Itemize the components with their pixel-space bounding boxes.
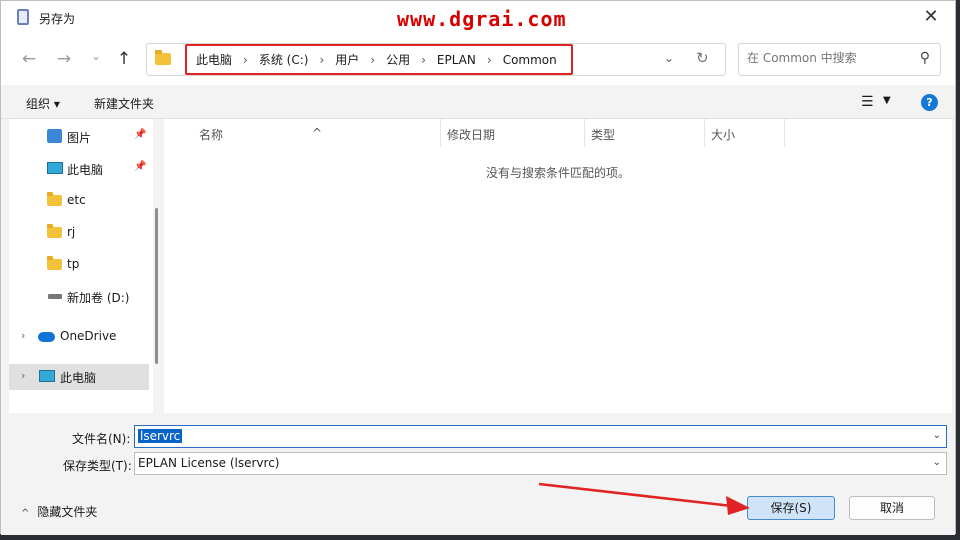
filetype-value: EPLAN License (lservrc) xyxy=(138,456,280,470)
pin-icon: 📌 xyxy=(134,129,147,140)
sidebar-item-label: 图片 xyxy=(67,131,92,145)
view-list-icon[interactable]: ☰ xyxy=(861,94,874,110)
refresh-icon[interactable]: ↻ xyxy=(696,49,709,67)
column-header-type[interactable]: 类型 xyxy=(585,119,705,147)
breadcrumb-c-drive[interactable]: 系统 (C:) xyxy=(259,51,309,68)
drive-icon xyxy=(48,294,62,299)
filename-field[interactable]: lservrc ⌄ xyxy=(134,425,947,448)
forward-arrow-icon[interactable]: → xyxy=(53,48,75,70)
recent-locations-icon[interactable]: ⌄ xyxy=(85,45,107,67)
pictures-icon xyxy=(47,129,62,143)
filetype-select[interactable]: EPLAN License (lservrc) ⌄ xyxy=(134,452,947,475)
sidebar-item-label: tp xyxy=(67,257,80,271)
computer-icon xyxy=(47,162,63,174)
sidebar-item-label: etc xyxy=(67,193,86,207)
sidebar-item-label: rj xyxy=(67,225,76,239)
file-list: 名称 ^ 修改日期 类型 大小 没有与搜索条件匹配的项。 xyxy=(164,119,952,413)
cancel-button[interactable]: 取消 xyxy=(849,496,935,520)
breadcrumb-users[interactable]: 用户 xyxy=(335,51,359,68)
filetype-label: 保存类型(T): xyxy=(63,459,132,473)
window-title: 另存为 xyxy=(39,12,76,26)
sidebar-item-onedrive[interactable]: › OneDrive xyxy=(9,324,149,350)
pin-icon: 📌 xyxy=(134,161,147,172)
chevron-right-icon[interactable]: › xyxy=(487,53,492,67)
search-icon[interactable]: ⚲ xyxy=(920,50,930,66)
folder-icon xyxy=(155,50,171,65)
organize-menu[interactable]: 组织 ▾ xyxy=(26,95,60,112)
search-box[interactable]: ⚲ xyxy=(738,43,941,76)
address-bar[interactable]: 此电脑 › 系统 (C:) › 用户 › 公用 › EPLAN › Common… xyxy=(146,43,726,76)
sidebar-item-etc[interactable]: etc xyxy=(9,188,149,214)
breadcrumb: 此电脑 › 系统 (C:) › 用户 › 公用 › EPLAN › Common xyxy=(185,44,573,75)
filename-value[interactable]: lservrc xyxy=(138,429,183,443)
column-header-date[interactable]: 修改日期 xyxy=(441,119,585,147)
sidebar-item-tp[interactable]: tp xyxy=(9,252,149,278)
save-button[interactable]: 保存(S) xyxy=(747,496,835,520)
chevron-down-icon[interactable]: ⌄ xyxy=(664,51,674,65)
document-icon xyxy=(17,9,29,25)
breadcrumb-this-pc[interactable]: 此电脑 xyxy=(196,51,232,68)
folder-icon xyxy=(47,224,62,238)
folder-icon xyxy=(47,256,62,270)
sidebar-item-label: 此电脑 xyxy=(60,371,97,385)
help-icon[interactable]: ? xyxy=(921,94,938,111)
column-header-size[interactable]: 大小 xyxy=(705,119,785,147)
back-arrow-icon[interactable]: ← xyxy=(18,48,40,70)
sidebar-item-label: 新加卷 (D:) xyxy=(67,291,130,305)
navigation-bar: ← → ⌄ ↑ 此电脑 › 系统 (C:) › 用户 › 公用 › EPLAN … xyxy=(1,35,955,85)
chevron-down-icon[interactable]: ⌄ xyxy=(933,430,941,441)
chevron-right-icon[interactable]: › xyxy=(421,53,426,67)
up-arrow-icon[interactable]: ↑ xyxy=(113,48,135,70)
watermark: www.dgrai.com xyxy=(397,7,567,31)
save-as-dialog: 另存为 www.dgrai.com ✕ ← → ⌄ ↑ 此电脑 › 系统 (C:… xyxy=(0,0,956,535)
sidebar-item-d-drive[interactable]: 新加卷 (D:) xyxy=(9,284,149,310)
chevron-right-icon[interactable]: › xyxy=(21,369,25,382)
folder-icon xyxy=(47,192,62,206)
close-icon[interactable]: ✕ xyxy=(919,6,943,28)
chevron-right-icon[interactable]: › xyxy=(243,53,248,67)
sidebar-item-rj[interactable]: rj xyxy=(9,220,149,246)
breadcrumb-common[interactable]: Common xyxy=(503,53,557,67)
navigation-pane: 图片 📌 此电脑 📌 etc rj tp 新加卷 (D:) › OneDrive xyxy=(9,119,153,413)
sidebar-item-label: OneDrive xyxy=(60,329,117,343)
caret-up-icon: ^ xyxy=(21,508,30,519)
filename-label: 文件名(N): xyxy=(72,432,131,446)
breadcrumb-public[interactable]: 公用 xyxy=(386,51,410,68)
empty-message: 没有与搜索条件匹配的项。 xyxy=(485,166,630,180)
column-header-name[interactable]: 名称 ^ xyxy=(164,119,441,147)
sidebar-item-pictures[interactable]: 图片 📌 xyxy=(9,124,149,150)
breadcrumb-eplan[interactable]: EPLAN xyxy=(437,53,476,67)
sidebar-item-label: 此电脑 xyxy=(67,163,104,177)
sidebar-item-this-pc-pinned[interactable]: 此电脑 📌 xyxy=(9,156,149,182)
cloud-icon xyxy=(38,332,55,342)
new-folder-button[interactable]: 新建文件夹 xyxy=(94,95,154,112)
chevron-right-icon[interactable]: › xyxy=(370,53,375,67)
hide-folders-toggle[interactable]: ^ 隐藏文件夹 xyxy=(21,503,97,520)
chevron-right-icon[interactable]: › xyxy=(319,53,324,67)
computer-icon xyxy=(39,370,55,382)
chevron-right-icon[interactable]: › xyxy=(21,329,25,342)
search-input[interactable] xyxy=(747,51,907,65)
hide-folders-label: 隐藏文件夹 xyxy=(37,505,98,519)
sidebar-scrollbar[interactable] xyxy=(155,208,158,364)
sort-ascending-icon: ^ xyxy=(312,126,323,140)
view-dropdown-icon[interactable]: ▼ xyxy=(883,95,891,106)
chevron-down-icon[interactable]: ⌄ xyxy=(933,457,941,468)
sidebar-item-this-pc[interactable]: › 此电脑 xyxy=(9,364,149,390)
title-bar: 另存为 www.dgrai.com ✕ xyxy=(1,1,955,35)
save-form: 文件名(N): lservrc ⌄ 保存类型(T): EPLAN License… xyxy=(1,413,955,535)
command-bar: 组织 ▾ 新建文件夹 ☰ ▼ ? xyxy=(1,85,955,119)
